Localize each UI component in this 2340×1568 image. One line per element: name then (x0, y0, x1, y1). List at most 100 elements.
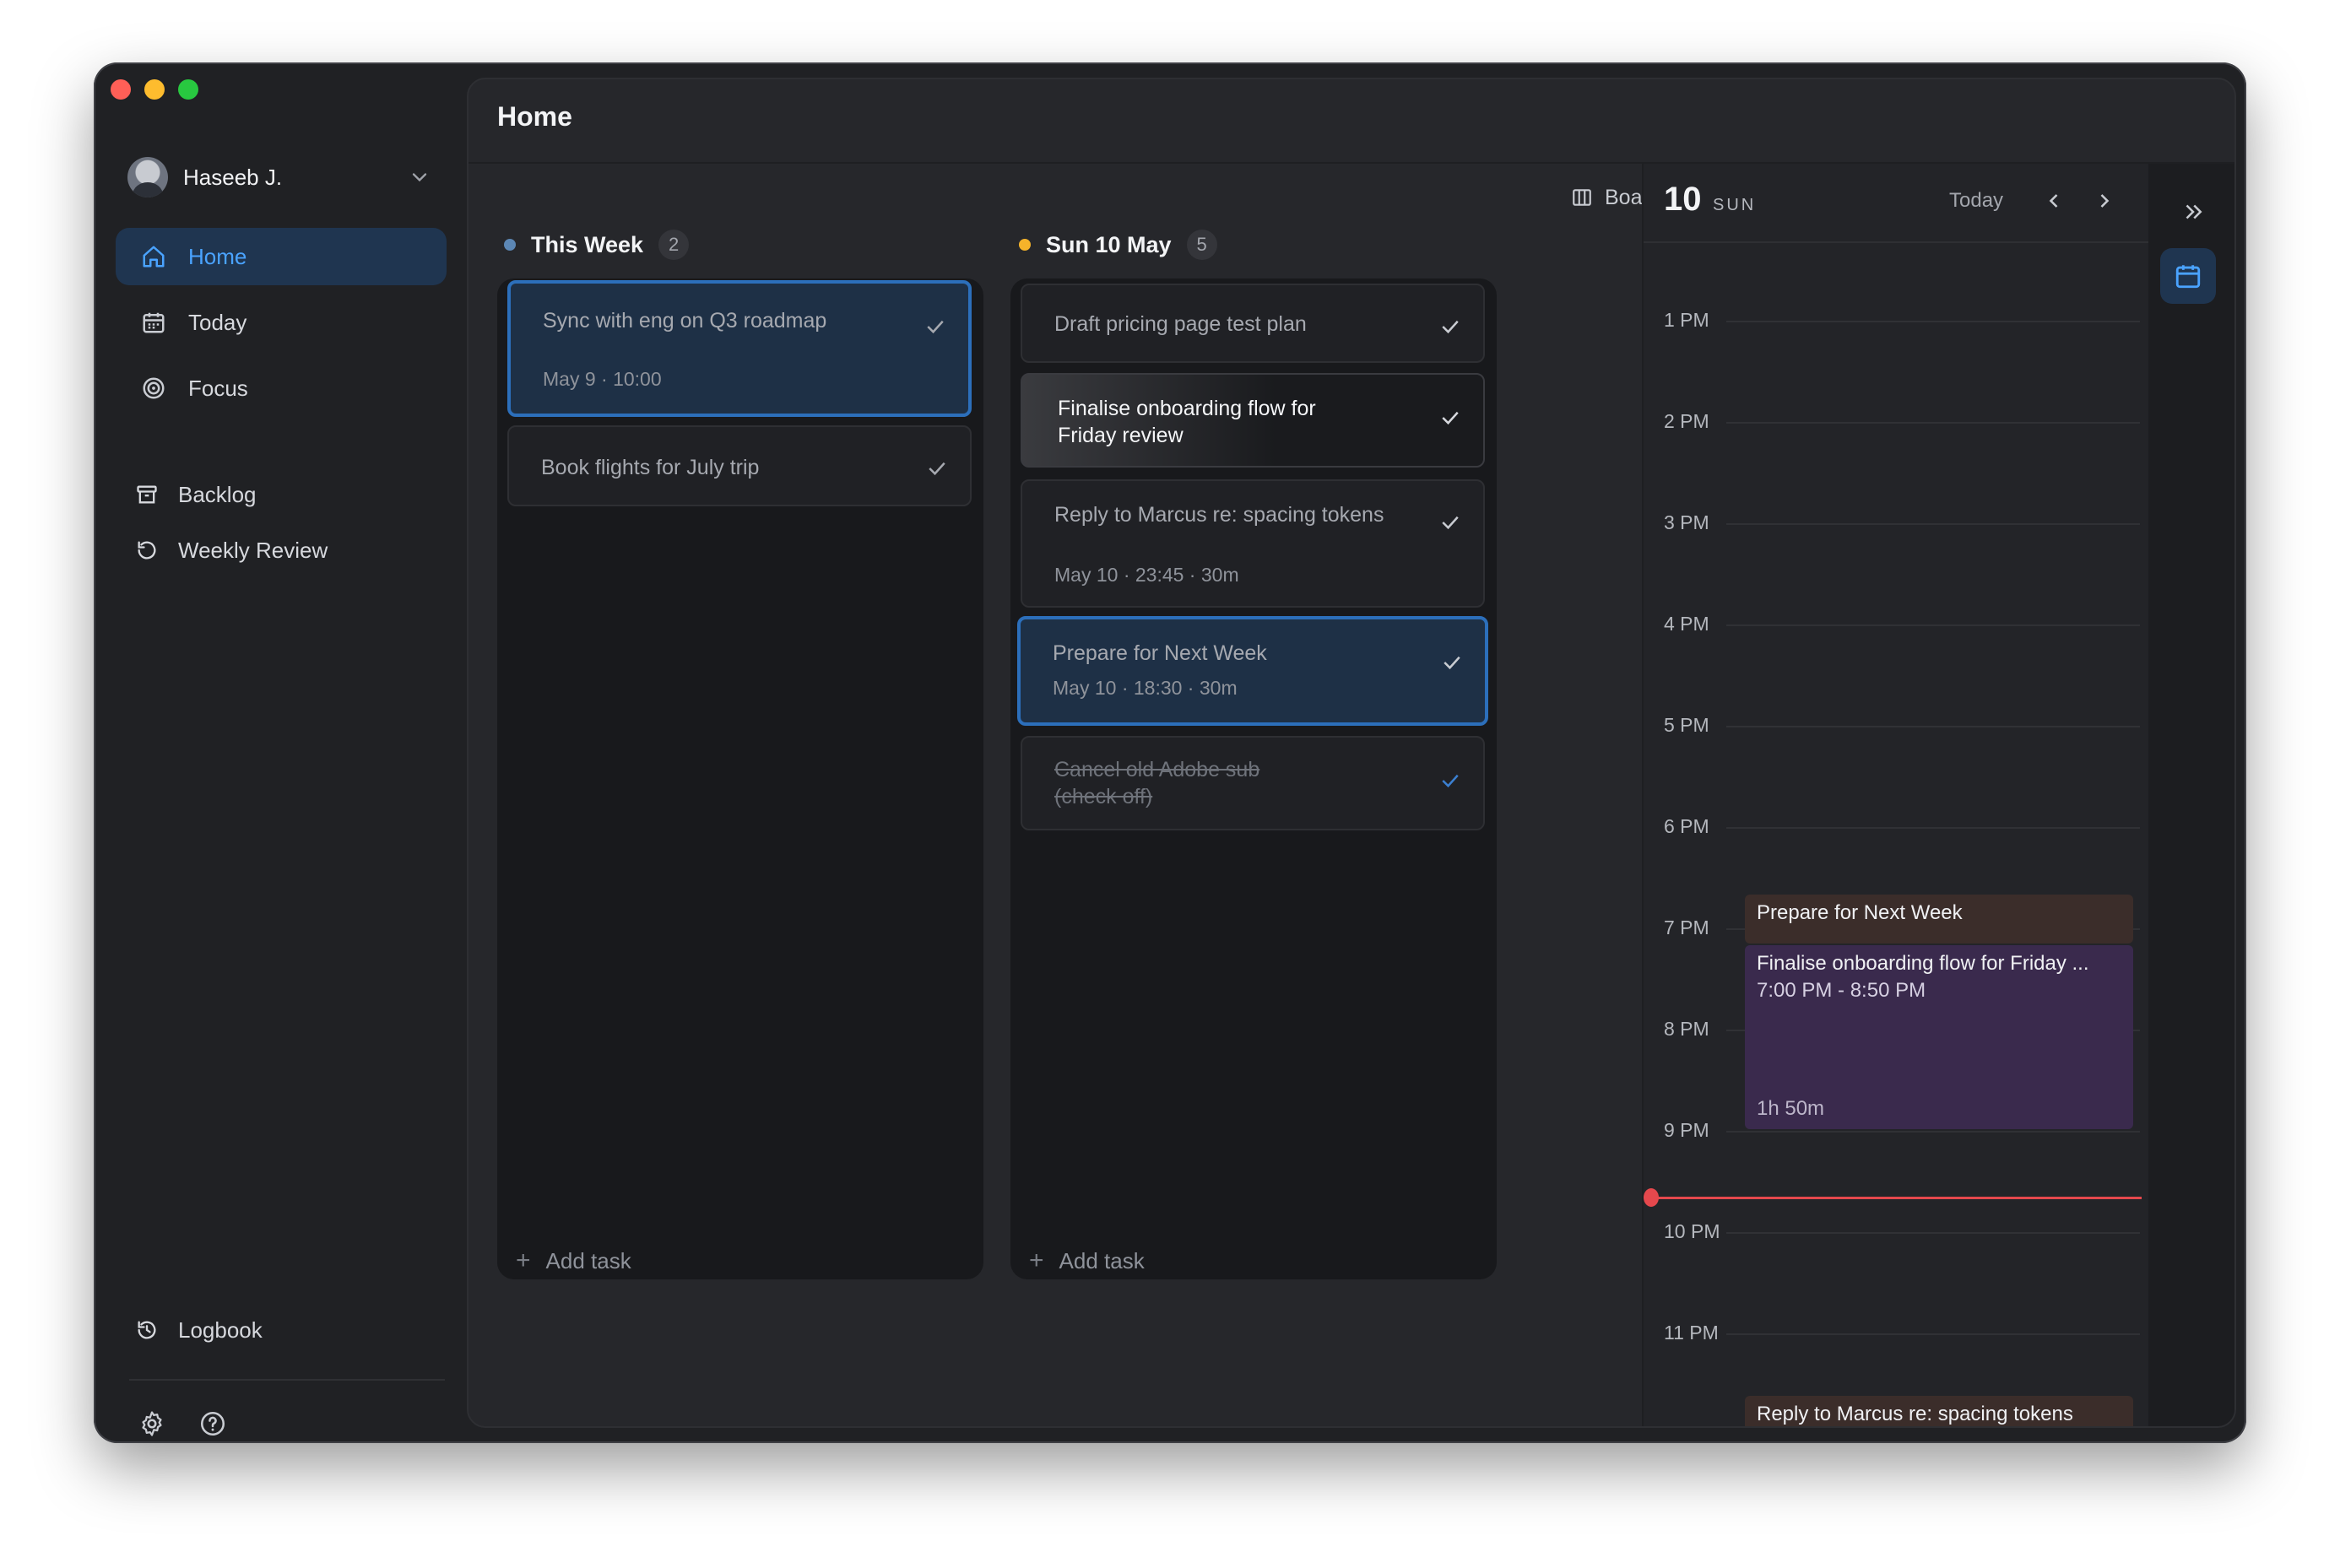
calendar-day-name: SUN (1713, 196, 1757, 214)
calendar-event[interactable]: Finalise onboarding flow for Friday ... 7… (1745, 945, 2133, 1129)
hour-label: 10 PM (1664, 1220, 1720, 1242)
task-title: Prepare for Next Week (1053, 641, 1267, 665)
day-calendar: 10 SUN Today 1 PM 2 PM 3 PM 4 PM 5 PM 6 PM 7 P… (1642, 164, 2150, 1426)
event-duration: 1h 50m (1757, 1097, 1825, 1120)
hour-label: 3 PM (1664, 511, 1709, 533)
task-title: Draft pricing page test plan (1054, 312, 1307, 336)
sidebar-item-label: Backlog (178, 481, 257, 507)
main-panel: Home Board This Week 2 Sync with eng on … (467, 78, 2236, 1428)
plus-icon: + (1029, 1246, 1044, 1274)
add-task-label: Add task (1059, 1247, 1145, 1273)
task-title: Sync with eng on Q3 roadmap (543, 309, 827, 333)
calendar-icon (139, 308, 168, 337)
sidebar-item-label: Weekly Review (178, 537, 328, 563)
user-switcher[interactable]: Haseeb J. (127, 154, 431, 201)
check-icon[interactable] (1438, 510, 1463, 535)
current-time-line (1650, 1197, 2142, 1199)
task-title: Reply to Marcus re: spacing tokens (1054, 503, 1384, 527)
check-icon[interactable] (1438, 405, 1463, 430)
home-icon (139, 242, 168, 271)
app-window: Haseeb J. Home Today Focus Backlog Weekl… (94, 62, 2246, 1443)
sidebar-item-today[interactable]: Today (116, 294, 447, 351)
check-icon[interactable] (1439, 650, 1465, 675)
event-time: 7:00 PM - 8:50 PM (1757, 979, 1926, 1002)
task-card[interactable]: Cancel old Adobe sub (check off) (1021, 736, 1485, 830)
calendar-toggle-button[interactable] (2160, 248, 2216, 304)
sidebar-item-backlog[interactable]: Backlog (94, 466, 425, 523)
calendar-event[interactable]: Reply to Marcus re: spacing tokens (1745, 1396, 2133, 1426)
add-task-button[interactable]: + Add task (516, 1244, 631, 1278)
column-this-week: Sync with eng on Q3 roadmap May 9 · 10:0… (497, 278, 983, 1279)
archive-icon (133, 480, 161, 509)
task-title: Book flights for July trip (541, 456, 760, 479)
column-header-this-week: This Week 2 (504, 226, 690, 263)
history-icon (133, 1316, 161, 1344)
hour-label: 11 PM (1664, 1322, 1719, 1344)
sidebar: Haseeb J. Home Today Focus Backlog Weekl… (94, 62, 465, 1443)
hour-label: 8 PM (1664, 1018, 1709, 1040)
sidebar-item-focus[interactable]: Focus (116, 360, 447, 417)
event-title: Prepare for Next Week (1757, 901, 1963, 924)
sidebar-item-home[interactable]: Home (116, 228, 447, 285)
check-icon[interactable] (1438, 768, 1463, 793)
task-title: Cancel old Adobe sub (check off) (1054, 758, 1260, 808)
sidebar-item-label: Logbook (178, 1317, 263, 1343)
hour-label: 4 PM (1664, 613, 1709, 635)
sidebar-item-label: Today (188, 309, 247, 335)
sidebar-item-label: Focus (188, 375, 248, 401)
column-count-badge: 5 (1186, 230, 1217, 260)
task-card[interactable]: Prepare for Next Week May 10 · 18:30 · 3… (1017, 616, 1488, 726)
avatar (127, 157, 168, 197)
help-icon[interactable] (198, 1409, 227, 1442)
chevron-left-icon[interactable] (2042, 189, 2066, 213)
sidebar-item-label: Home (188, 243, 247, 269)
hour-label: 9 PM (1664, 1119, 1709, 1141)
hour-label: 1 PM (1664, 309, 1709, 331)
task-meta: May 9 · 10:00 (543, 368, 662, 390)
page-title: Home (497, 101, 572, 132)
sidebar-divider (129, 1379, 445, 1381)
check-icon[interactable] (923, 314, 948, 339)
plus-icon: + (516, 1246, 531, 1274)
task-card[interactable]: Finalise onboarding flow for Friday revi… (1021, 373, 1485, 468)
today-button[interactable]: Today (1949, 189, 2003, 213)
double-chevron-right-icon[interactable] (2180, 199, 2206, 224)
task-title: Finalise onboarding flow for Friday revi… (1058, 397, 1316, 447)
current-time-dot (1644, 1188, 1659, 1207)
column-dot (504, 239, 516, 251)
calendar-icon (2175, 265, 2201, 289)
hour-gridline (1726, 1333, 2140, 1335)
check-icon[interactable] (924, 456, 950, 481)
hour-gridline (1726, 624, 2140, 626)
calendar-event[interactable]: Prepare for Next Week (1745, 895, 2133, 944)
right-rail (2148, 164, 2234, 1426)
hour-gridline (1726, 422, 2140, 424)
sidebar-item-logbook[interactable]: Logbook (94, 1301, 425, 1359)
hour-gridline (1726, 827, 2140, 829)
hour-gridline (1726, 726, 2140, 727)
chevron-down-icon (412, 173, 427, 182)
hour-label: 2 PM (1664, 410, 1709, 432)
event-title: Finalise onboarding flow for Friday ... (1757, 952, 2089, 975)
chevron-right-icon[interactable] (2093, 189, 2116, 213)
column-sun-10-may: Draft pricing page test plan Finalise on… (1010, 278, 1497, 1279)
task-meta: May 10 · 23:45 · 30m (1054, 564, 1239, 586)
user-name: Haseeb J. (183, 164, 283, 190)
task-card[interactable]: Book flights for July trip (507, 425, 972, 506)
hour-gridline (1726, 1131, 2140, 1133)
hour-label: 6 PM (1664, 815, 1709, 837)
column-title: Sun 10 May (1046, 231, 1172, 257)
hour-label: 7 PM (1664, 916, 1709, 938)
hour-gridline (1726, 523, 2140, 525)
gear-icon[interactable] (138, 1409, 166, 1442)
task-meta: May 10 · 18:30 · 30m (1053, 677, 1238, 699)
column-title: This Week (531, 231, 644, 257)
sidebar-item-weekly-review[interactable]: Weekly Review (94, 522, 425, 579)
check-icon[interactable] (1438, 314, 1463, 339)
add-task-button[interactable]: + Add task (1029, 1244, 1145, 1278)
task-card[interactable]: Reply to Marcus re: spacing tokens May 1… (1021, 479, 1485, 608)
target-icon (139, 374, 168, 403)
task-card[interactable]: Sync with eng on Q3 roadmap May 9 · 10:0… (507, 280, 972, 417)
calendar-header: 10 SUN Today (1644, 164, 2150, 243)
task-card[interactable]: Draft pricing page test plan (1021, 284, 1485, 363)
